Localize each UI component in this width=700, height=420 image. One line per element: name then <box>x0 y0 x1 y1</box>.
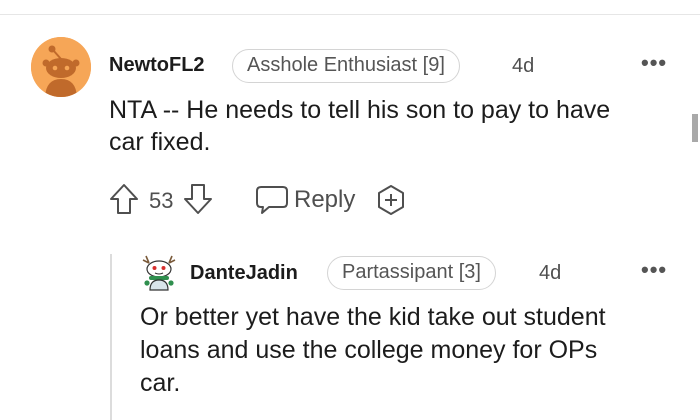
reddit-snoo-avatar-icon <box>31 37 91 97</box>
reply-button[interactable]: Reply <box>294 186 355 214</box>
vote-count: 53 <box>149 188 174 213</box>
reply-age: 4d <box>539 262 562 284</box>
comment-username[interactable]: NewtoFL2 <box>109 54 205 77</box>
thread-line[interactable] <box>110 254 112 420</box>
comment-body-line: car fixed. <box>109 128 211 156</box>
snoo-costume-avatar-icon <box>142 255 176 291</box>
reply-body-line: car. <box>140 369 181 397</box>
user-flair: Partassipant [3] <box>327 256 496 290</box>
user-flair: Asshole Enthusiast [9] <box>232 49 460 83</box>
downvote-icon[interactable] <box>183 183 213 215</box>
reply-username[interactable]: DanteJadin <box>190 262 298 285</box>
reply-body-line: loans and use the college money for OPs <box>140 336 598 364</box>
reply-avatar[interactable] <box>140 253 178 291</box>
top-divider <box>0 14 700 15</box>
reply-body-line: Or better yet have the kid take out stud… <box>140 303 606 331</box>
avatar[interactable] <box>31 37 91 97</box>
comment-age: 4d <box>512 55 535 77</box>
comment-body-line: NTA -- He needs to tell his son to pay t… <box>109 96 611 124</box>
more-options-icon[interactable]: ••• <box>641 50 667 76</box>
reply-icon[interactable] <box>255 185 289 215</box>
award-icon[interactable] <box>375 184 407 216</box>
more-options-icon[interactable]: ••• <box>641 257 667 283</box>
scrollbar-thumb[interactable] <box>692 114 698 142</box>
upvote-icon[interactable] <box>109 183 139 215</box>
